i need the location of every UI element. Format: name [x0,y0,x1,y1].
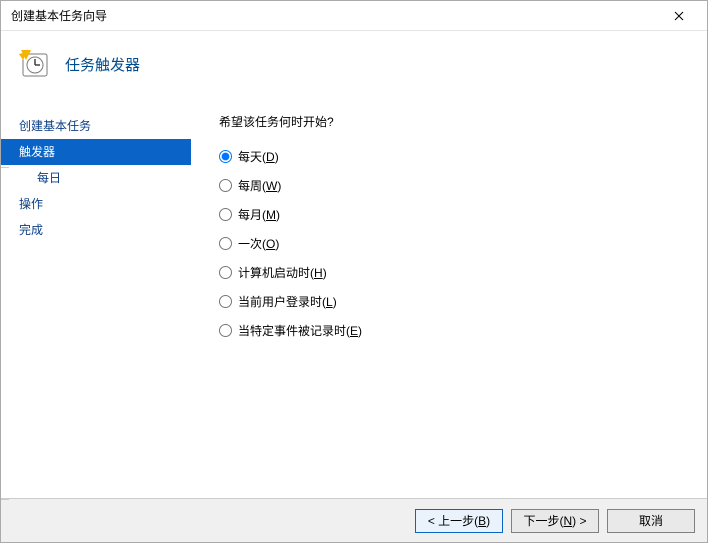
trigger-radio[interactable] [219,324,232,337]
window-title: 创建基本任务向导 [11,7,659,24]
close-icon [674,8,684,24]
wizard-step[interactable]: 完成 [1,217,191,243]
wizard-header: 任务触发器 [1,31,707,97]
wizard-step[interactable]: 触发器 [1,139,191,165]
trigger-option-label: 每天(D) [238,148,279,165]
trigger-radio[interactable] [219,237,232,250]
cancel-button[interactable]: 取消 [607,509,695,533]
trigger-radio[interactable] [219,150,232,163]
wizard-body: 创建基本任务触发器每日操作完成 希望该任务何时开始? 每天(D) 每周(W) 每月(… [1,97,707,498]
trigger-radio[interactable] [219,208,232,221]
trigger-option[interactable]: 每天(D) [219,148,707,165]
next-button[interactable]: 下一步(N) > [511,509,599,533]
trigger-option[interactable]: 当前用户登录时(L) [219,293,707,310]
wizard-icon [19,48,51,80]
trigger-option-label: 每周(W) [238,177,281,194]
trigger-option-label: 一次(O) [238,235,279,252]
wizard-step[interactable]: 创建基本任务 [1,113,191,139]
trigger-radio[interactable] [219,295,232,308]
wizard-step-label: 触发器 [19,145,55,159]
wizard-step-label: 操作 [19,197,43,211]
trigger-prompt: 希望该任务何时开始? [219,113,707,130]
trigger-option-label: 当前用户登录时(L) [238,293,337,310]
trigger-option-label: 当特定事件被记录时(E) [238,322,362,339]
trigger-option[interactable]: 一次(O) [219,235,707,252]
trigger-option[interactable]: 当特定事件被记录时(E) [219,322,707,339]
trigger-option-label: 计算机启动时(H) [238,264,327,281]
wizard-steps-sidebar: 创建基本任务触发器每日操作完成 [1,113,191,498]
trigger-options: 每天(D) 每周(W) 每月(M) 一次(O) 计算机启动时(H) 当前用户登录时(L) 当… [219,148,707,339]
titlebar: 创建基本任务向导 [1,1,707,31]
back-button[interactable]: < 上一步(B) [415,509,503,533]
wizard-step-label: 创建基本任务 [19,119,91,133]
wizard-step[interactable]: 每日 [1,165,191,191]
trigger-radio[interactable] [219,266,232,279]
trigger-radio[interactable] [219,179,232,192]
trigger-option[interactable]: 每月(M) [219,206,707,223]
wizard-main: 希望该任务何时开始? 每天(D) 每周(W) 每月(M) 一次(O) 计算机启动时(H)… [191,113,707,498]
decorative-edge [1,167,9,168]
wizard-footer: < 上一步(B) 下一步(N) > 取消 [1,498,707,542]
trigger-option-label: 每月(M) [238,206,280,223]
wizard-step-label: 完成 [19,223,43,237]
wizard-window: 创建基本任务向导 任务触发器 创建基本任务触发器每日操作完成 希望该任务何时开始… [0,0,708,543]
wizard-step[interactable]: 操作 [1,191,191,217]
page-title: 任务触发器 [65,54,140,75]
trigger-option[interactable]: 每周(W) [219,177,707,194]
wizard-step-label: 每日 [37,171,61,185]
decorative-edge [1,499,9,500]
trigger-option[interactable]: 计算机启动时(H) [219,264,707,281]
close-button[interactable] [659,2,699,30]
